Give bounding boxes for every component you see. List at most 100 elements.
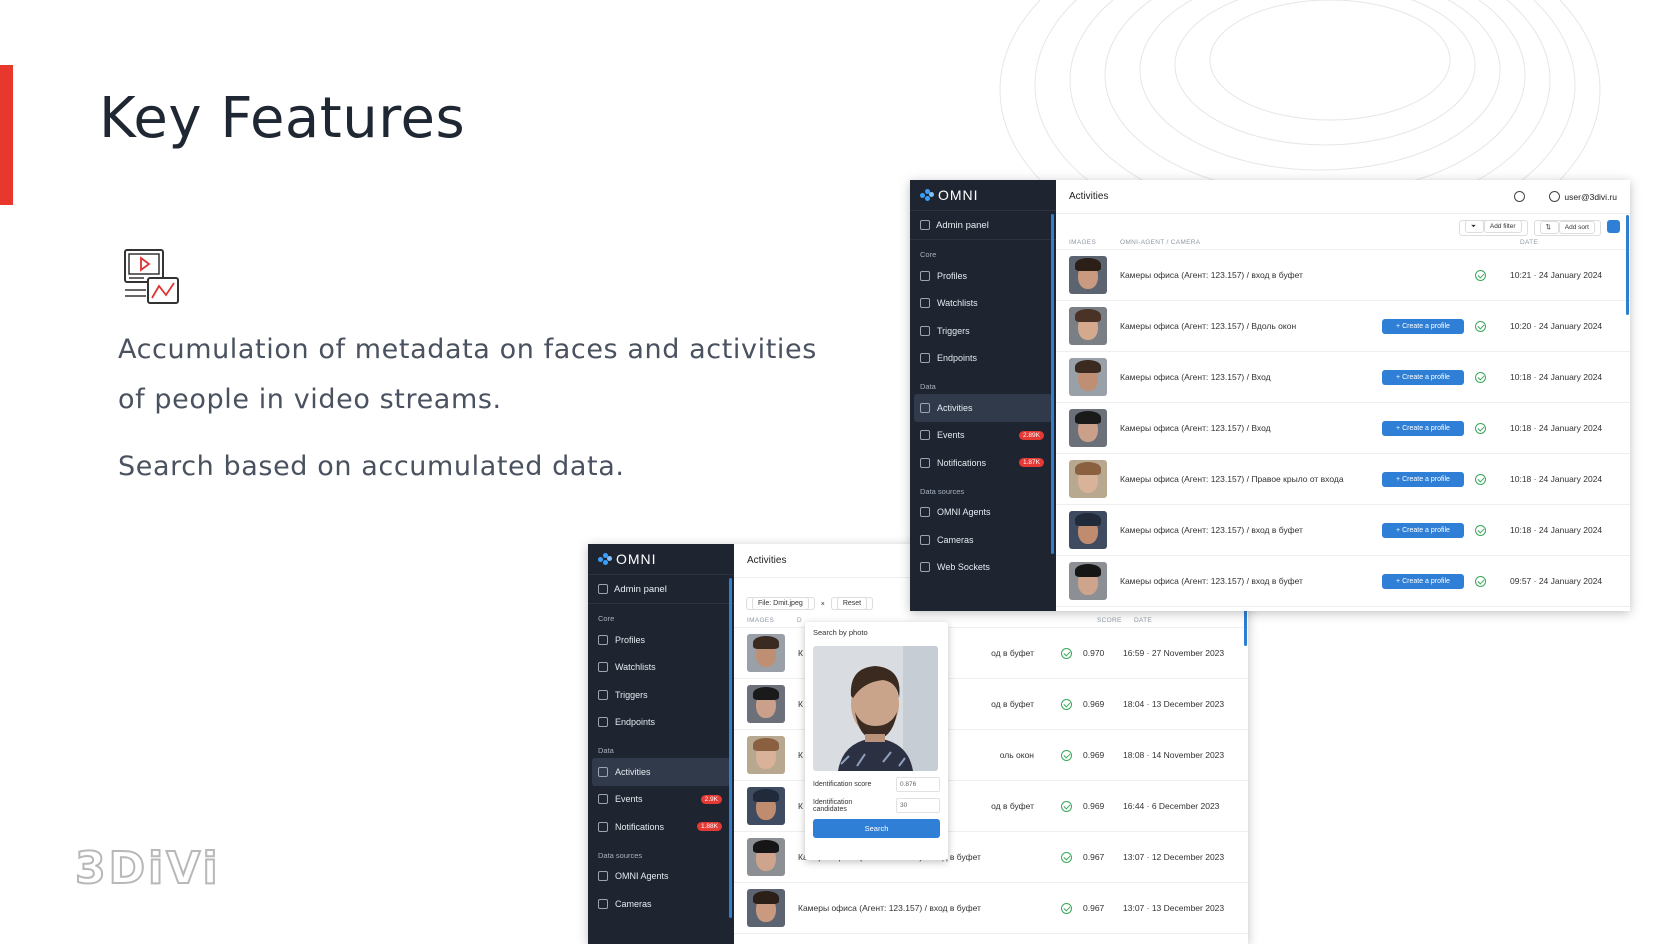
data-heading: Data: [920, 382, 936, 391]
table-row[interactable]: Камеры офиса (Агент: 123.157) / вход в б…: [1056, 556, 1630, 607]
search-button[interactable]: Search: [813, 819, 940, 838]
camera-name: Камеры офиса (Агент: 123.157) / Правое к…: [1120, 474, 1344, 484]
omni-logo[interactable]: OMNI: [910, 180, 1056, 210]
hair-shape: [753, 687, 779, 700]
user-menu[interactable]: user@3divi.ru: [1549, 191, 1617, 202]
face-thumbnail[interactable]: [747, 685, 785, 723]
table-row[interactable]: Камеры офиса (Агент: 123.157) / Вход + Cr…: [1056, 352, 1630, 403]
hair-shape: [753, 789, 779, 802]
identification-candidates-input[interactable]: 30: [896, 798, 940, 813]
face-thumbnail[interactable]: [1069, 358, 1107, 396]
camera-name-start: К: [798, 801, 803, 811]
face-thumbnail[interactable]: [1069, 307, 1107, 345]
face-thumbnail[interactable]: [1069, 562, 1107, 600]
sidebar-item-notifications[interactable]: Notifications 1.88K: [588, 813, 734, 841]
remove-file-filter-button[interactable]: ×: [821, 599, 825, 610]
face-thumbnail[interactable]: [747, 736, 785, 774]
table-row[interactable]: Камеры офиса (Агент: 123.157) / вход в б…: [1056, 250, 1630, 301]
sidebar-item-cameras[interactable]: Cameras: [910, 526, 1056, 554]
create-profile-button[interactable]: + Create a profile: [1382, 420, 1464, 436]
activity-date: 10:18 · 24 January 2024: [1510, 423, 1603, 433]
sidebar-item-endpoints[interactable]: Endpoints: [910, 345, 1056, 373]
create-profile-button[interactable]: + Create a profile: [1382, 369, 1464, 385]
table-row[interactable]: Камеры офиса (Агент: 123.157) / Вдоль ок…: [1056, 301, 1630, 352]
face-thumbnail[interactable]: [1069, 511, 1107, 549]
list-scrollbar[interactable]: [1626, 215, 1629, 315]
face-thumbnail[interactable]: [747, 787, 785, 825]
create-profile-button[interactable]: + Create a profile: [1382, 471, 1464, 487]
camera-name: Камеры офиса (Агент: 123.157) / вход в б…: [798, 903, 981, 913]
add-sort-button[interactable]: ⇅ Add sort: [1533, 220, 1601, 236]
table-tools: ⏷ Add filter ⇅ Add sort: [1056, 214, 1630, 236]
camera-name: Камеры офиса (Агент: 123.157) / Вход: [1120, 423, 1271, 433]
omni-activities-window: OMNI Admin panel Core Profiles Watchlist…: [910, 180, 1630, 611]
camera-name: Камеры офиса (Агент: 123.157) / Вдоль ок…: [1120, 321, 1297, 331]
camera-name: Камеры офиса (Агент: 123.157) / Вход: [1120, 372, 1271, 382]
face-thumbnail[interactable]: [1069, 460, 1107, 498]
sidebar-item-omni-agents[interactable]: OMNI Agents: [910, 499, 1056, 527]
profiles-icon: [920, 270, 930, 281]
sidebar-item-label: Endpoints: [615, 717, 656, 728]
table-row[interactable]: Камеры офиса (Агент: 123.157) / Правое к…: [1056, 454, 1630, 505]
camera-name-start: К: [798, 648, 803, 658]
table-row[interactable]: Камеры офиса (Агент: 123.157) / вход в б…: [1056, 505, 1630, 556]
create-profile-button[interactable]: + Create a profile: [1382, 522, 1464, 538]
check-circle-icon: [1061, 647, 1072, 659]
check-circle-icon: [1475, 320, 1486, 332]
sidebar-item-label: Activities: [937, 402, 973, 413]
sidebar-scrollbar[interactable]: [1051, 214, 1054, 554]
activity-date: 13:07 · 12 December 2023: [1123, 852, 1225, 862]
sidebar-item-profiles[interactable]: Profiles: [588, 626, 734, 654]
sidebar-scrollbar[interactable]: [729, 578, 732, 918]
events-icon: [920, 430, 930, 441]
create-profile-button[interactable]: + Create a profile: [1382, 573, 1464, 589]
col-date: DATE: [1134, 617, 1153, 624]
face-thumbnail[interactable]: [747, 634, 785, 672]
view-options-button[interactable]: [1607, 220, 1620, 233]
sidebar-item-omni-agents[interactable]: OMNI Agents: [588, 863, 734, 891]
file-filter-chip[interactable]: File: Dmit.jpeg: [746, 597, 815, 610]
dark-mode-toggle-icon[interactable]: [1514, 191, 1526, 202]
sidebar-item-watchlists[interactable]: Watchlists: [588, 654, 734, 682]
sidebar-item-endpoints[interactable]: Endpoints: [588, 709, 734, 737]
sidebar-item-watchlists[interactable]: Watchlists: [910, 290, 1056, 318]
video-analytics-icon: [124, 249, 179, 304]
identification-score-input[interactable]: 0.876: [896, 777, 940, 792]
admin-panel-link[interactable]: Admin panel: [910, 210, 1056, 240]
table-row[interactable]: Камеры офиса (Агент: 123.157) / вход в б…: [734, 883, 1248, 934]
sidebar-item-activities[interactable]: Activities: [914, 394, 1052, 422]
sidebar-item-triggers[interactable]: Triggers: [588, 681, 734, 709]
create-profile-button[interactable]: + Create a profile: [1382, 318, 1464, 334]
sidebar-item-activities[interactable]: Activities: [592, 758, 730, 786]
table-row[interactable]: Камеры офиса (Агент: 123.157) / Вход + Cr…: [1056, 403, 1630, 454]
face-thumbnail[interactable]: [1069, 409, 1107, 447]
hair-shape: [753, 891, 779, 904]
identification-score-field: Identification score 0.876: [813, 777, 940, 792]
hair-shape: [753, 840, 779, 853]
sidebar-item-web-sockets[interactable]: Web Sockets: [910, 554, 1056, 582]
face-thumbnail[interactable]: [1069, 256, 1107, 294]
watchlists-icon: [920, 298, 930, 309]
omni-logo[interactable]: OMNI: [588, 544, 734, 574]
sidebar-item-cameras[interactable]: Cameras: [588, 890, 734, 918]
add-filter-button[interactable]: ⏷ Add filter: [1458, 220, 1528, 236]
col-date: DATE: [1520, 239, 1539, 246]
camera-name-end: од в буфет: [991, 801, 1034, 811]
hair-shape: [1075, 462, 1101, 475]
sidebar-item-notifications[interactable]: Notifications 1.87K: [910, 449, 1056, 477]
activity-date: 13:07 · 13 December 2023: [1123, 903, 1225, 913]
face-thumbnail[interactable]: [747, 889, 785, 927]
sidebar-item-profiles[interactable]: Profiles: [910, 262, 1056, 290]
sidebar-item-events[interactable]: Events 2.89K: [910, 422, 1056, 450]
match-score: 0.969: [1083, 699, 1105, 709]
web-socket-icon: [920, 562, 930, 573]
sidebar: OMNI Admin panel Core Profiles Watchlist…: [588, 544, 734, 944]
core-heading: Core: [920, 250, 937, 259]
profiles-icon: [598, 634, 608, 645]
reset-button[interactable]: Reset: [830, 597, 874, 610]
check-circle-icon: [1475, 422, 1486, 434]
face-thumbnail[interactable]: [747, 838, 785, 876]
sidebar-item-events[interactable]: Events 2.9K: [588, 786, 734, 814]
sidebar-item-triggers[interactable]: Triggers: [910, 317, 1056, 345]
admin-panel-link[interactable]: Admin panel: [588, 574, 734, 604]
